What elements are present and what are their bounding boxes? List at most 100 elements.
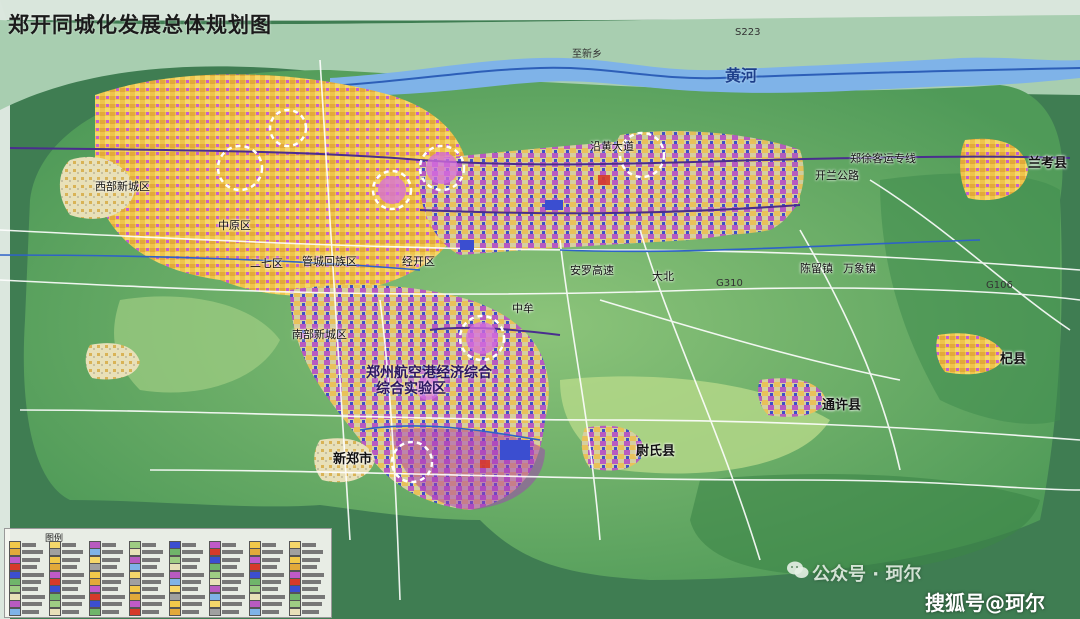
legend-entry-text (302, 602, 322, 607)
legend-entry-text (302, 594, 325, 599)
watermark-gongzhonghao: 公众号 · 珂尔 (812, 564, 922, 585)
map-title: 郑开同城化发展总体规划图 (8, 13, 272, 37)
legend-entry-text (222, 550, 243, 555)
legend-entry-text (102, 602, 122, 607)
label-kaifa: 经开区 (402, 255, 435, 268)
label-g106: G106 (986, 280, 1013, 291)
legend-entry-text (22, 543, 36, 547)
legend-entry-text (182, 609, 199, 614)
map-canvas (0, 0, 1080, 619)
label-chenliu: 陈留镇 (800, 262, 833, 275)
legend-swatch (49, 607, 61, 616)
legend-entry-text (262, 609, 279, 614)
label-zhengxu-rail: 郑徐客运专线 (850, 152, 916, 165)
legend-entry-text (142, 543, 156, 547)
legend-entry-text (62, 580, 81, 584)
legend-entry-text (142, 609, 159, 614)
legend-swatch (289, 607, 301, 616)
label-dabei: 大北 (652, 270, 674, 283)
label-western-new-city: 西部新城区 (95, 180, 150, 193)
legend-entry-text (62, 594, 85, 599)
legend-entry-text (142, 550, 163, 555)
legend-entry-text (262, 550, 283, 555)
legend-entry-text (62, 543, 76, 547)
legend-entry-text (22, 602, 42, 607)
map-legend: 图例 (4, 528, 332, 618)
legend-entry-text (222, 565, 237, 570)
legend-entry-text (22, 587, 38, 592)
legend-entry-text (262, 543, 276, 547)
legend-entry-text (222, 587, 238, 592)
label-yanhuang-avenue: 沿黄大道 (590, 140, 634, 153)
legend-entry-text (302, 550, 323, 555)
legend-entry-text (182, 565, 197, 570)
legend-entry-text (62, 572, 84, 577)
label-lankao: 兰考县 (1028, 156, 1068, 171)
label-wanxiang: 万象镇 (843, 262, 876, 275)
watermark-sohu: 搜狐号@珂尔 (925, 591, 1045, 615)
legend-swatch (129, 607, 141, 616)
legend-entry-text (142, 594, 165, 599)
legend-swatch (9, 607, 21, 616)
legend-entry-text (222, 557, 240, 562)
legend-entry-text (262, 594, 285, 599)
legend-entry-text (102, 587, 118, 592)
legend-entry-text (302, 587, 318, 592)
legend-entry-text (62, 550, 83, 555)
legend-entry-text (222, 580, 241, 584)
legend-entry-text (262, 557, 280, 562)
legend-entry-text (302, 580, 321, 584)
legend-entry-text (222, 602, 242, 607)
label-zhongyuan: 中原区 (218, 219, 251, 232)
legend-entry-text (182, 572, 204, 577)
legend-entry-text (262, 565, 277, 570)
label-anluo-highway: 安罗高速 (570, 264, 614, 277)
legend-swatch (209, 607, 221, 616)
legend-entry-text (62, 565, 77, 570)
legend-entry-text (262, 602, 282, 607)
legend-entry-text (22, 594, 45, 599)
legend-entry-text (62, 609, 79, 614)
legend-entry-text (182, 594, 205, 599)
legend-entry-text (182, 557, 200, 562)
label-guancheng: 管城回族区 (302, 255, 357, 268)
legend-entry-text (22, 580, 41, 584)
legend-entry-text (102, 543, 116, 547)
legend-entry-text (62, 587, 78, 592)
label-s223: S223 (735, 27, 761, 38)
label-yellow-river: 黄河 (725, 66, 758, 85)
legend-entry-text (22, 550, 43, 555)
label-g310: G310 (716, 278, 743, 289)
legend-entry-text (182, 602, 202, 607)
legend-entry-text (222, 594, 245, 599)
legend-entry-text (22, 572, 44, 577)
legend-entry-text (102, 609, 119, 614)
legend-swatch (249, 607, 261, 616)
legend-entry-text (302, 609, 319, 614)
wechat-icon (787, 561, 809, 578)
legend-swatch (89, 607, 101, 616)
legend-entry-text (222, 609, 239, 614)
legend-entry-text (142, 587, 158, 592)
legend-entry-text (62, 557, 80, 562)
label-erqi: 二七区 (250, 257, 283, 270)
legend-entry-text (102, 550, 123, 555)
label-kailan-road: 开兰公路 (815, 169, 859, 182)
map-figure: 郑开同城化发展总体规划图 黄河 至新乡 S223 兰考县 西部新城区 中原区 二… (0, 0, 1080, 619)
legend-entry-text (302, 572, 324, 577)
legend-entry-text (102, 565, 117, 570)
legend-entry-text (302, 543, 316, 547)
legend-entry-text (302, 557, 320, 562)
label-airport-zone-2: 综合实验区 (376, 381, 446, 397)
legend-entry-text (262, 572, 284, 577)
label-weishi: 尉氏县 (636, 444, 676, 459)
legend-entry-text (182, 587, 198, 592)
label-tongxu: 通许县 (822, 398, 862, 413)
legend-entry-text (142, 572, 164, 577)
legend-entry-text (262, 580, 281, 584)
legend-swatch (169, 607, 181, 616)
label-southern-new-city: 南部新城区 (292, 328, 347, 341)
legend-entry-text (182, 543, 196, 547)
legend-entry-text (142, 602, 162, 607)
legend-entry-text (102, 580, 121, 584)
